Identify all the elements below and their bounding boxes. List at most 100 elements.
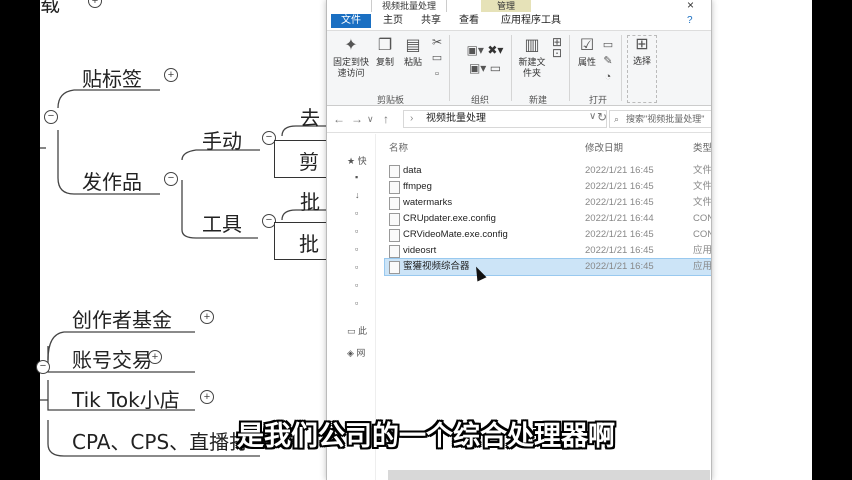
file-name: CRUpdater.exe.config <box>403 213 496 224</box>
open-icon: ▭ <box>602 39 614 51</box>
nav-item[interactable]: ↓ <box>355 190 360 200</box>
file-type: 应用 <box>693 245 712 256</box>
expand-icon[interactable]: + <box>148 350 162 364</box>
expand-icon[interactable]: + <box>164 68 178 82</box>
file-row[interactable]: watermarks 2022/1/21 16:45 文件 <box>385 195 711 211</box>
nav-network[interactable]: ◈ 网 <box>347 346 365 359</box>
file-row[interactable]: videosrt 2022/1/21 16:45 应用 <box>385 243 712 259</box>
rename-icon: ▭ <box>489 61 502 75</box>
subtitle-caption: 是我们公司的一个综合处理器啊 <box>237 421 615 452</box>
recent-chevron-icon[interactable]: ∨ <box>367 114 374 125</box>
file-row[interactable]: ffmpeg 2022/1/21 16:45 文件 <box>385 179 712 195</box>
new-folder-button[interactable]: ▥ 新建文件夹 <box>517 37 547 79</box>
node-qu-cut[interactable]: 去 <box>300 102 320 131</box>
nav-quick-access[interactable]: ★ 快 <box>347 154 367 167</box>
col-type[interactable]: 类型 <box>693 140 711 154</box>
collapse-icon[interactable]: − <box>44 110 58 124</box>
forward-arrow-icon[interactable]: → <box>351 112 363 126</box>
expand-icon[interactable]: + <box>200 310 214 324</box>
node-cut-top: 载 <box>40 0 60 16</box>
copy-path-icon: ▭ <box>431 52 443 64</box>
nav-item[interactable]: ▫ <box>355 226 358 236</box>
pin-icon: ✦ <box>344 37 358 54</box>
properties-button[interactable]: ☑ 属性 <box>575 37 599 68</box>
path-field[interactable]: › 视频批量处理 <box>403 110 607 128</box>
col-name[interactable]: 名称 <box>389 140 408 154</box>
file-name: watermarks <box>403 197 453 208</box>
select-button[interactable]: ⊞ 选择 <box>627 35 657 103</box>
pin-button[interactable]: ✦ 固定到快速访问 <box>333 37 369 79</box>
refresh-icon[interactable]: ↻ <box>597 110 607 124</box>
ribbon: ✦ 固定到快速访问 ❐ 复制 ▤ 粘贴 ✂ ▭ ▫ ▣▾ ✖▾ ▣▾ ▭ ▥ 新… <box>327 31 711 106</box>
group-clipboard: 剪贴板 <box>377 95 405 105</box>
scissors-icon: ✂ <box>431 35 443 49</box>
node-jian-box[interactable]: 剪 <box>274 140 330 178</box>
easy-access-icon: ⊡ <box>551 46 563 60</box>
path-dropdown-icon[interactable]: ∨ <box>589 111 596 122</box>
collapse-icon[interactable]: − <box>164 172 178 186</box>
tab-home[interactable]: 主页 <box>383 14 403 28</box>
nav-this-pc[interactable]: ▭ 此 <box>347 324 367 337</box>
node-zhanghao[interactable]: 账号交易 <box>72 344 152 373</box>
file-type: 文件 <box>693 181 712 192</box>
node-gongju[interactable]: 工具 <box>202 208 242 237</box>
file-name: 蜜獾视频综合器 <box>403 261 470 272</box>
file-name: videosrt <box>403 245 437 256</box>
manage-tab[interactable]: 管理 <box>481 0 532 12</box>
ribbon-separator <box>511 35 512 101</box>
file-row[interactable]: 蜜獾视频综合器 2022/1/21 16:45 应用 <box>384 258 711 276</box>
file-icon <box>389 213 400 226</box>
node-tiktok[interactable]: Tik Tok小店 <box>72 384 180 413</box>
tab-view[interactable]: 查看 <box>459 14 479 28</box>
file-date: 2022/1/21 16:45 <box>585 245 654 256</box>
collapse-icon[interactable]: − <box>36 360 50 374</box>
node-shoudong[interactable]: 手动 <box>202 125 242 154</box>
expand-icon[interactable]: + <box>200 390 214 404</box>
pin-label: 固定到快速访问 <box>333 57 370 78</box>
organize-buttons[interactable]: ▣▾ ✖▾ ▣▾ ▭ <box>455 41 515 77</box>
back-arrow-icon[interactable]: ← <box>333 112 345 126</box>
node-fa-zuopin[interactable]: 发作品 <box>82 166 142 195</box>
node-tie-biaoqian[interactable]: 贴标签 <box>82 63 142 92</box>
tab-share[interactable]: 共享 <box>421 14 441 28</box>
ribbon-tabs: 文件 主页 共享 查看 应用程序工具 ? <box>327 12 711 31</box>
nav-pc-label: 此 <box>358 326 368 336</box>
nav-item[interactable]: ▫ <box>355 244 358 254</box>
paste-button[interactable]: ▤ 粘贴 <box>401 37 425 68</box>
cut-button[interactable]: ✂ ▭ ▫ <box>429 35 445 83</box>
properties-label: 属性 <box>577 57 596 67</box>
column-headers: 名称 修改日期 类型 <box>385 138 711 156</box>
new-folder-label: 新建文件夹 <box>518 57 546 78</box>
open-buttons[interactable]: ▭ ✎ ◔ <box>601 37 615 85</box>
file-row[interactable]: CRUpdater.exe.config 2022/1/21 16:44 CON <box>385 211 711 227</box>
node-pi-box[interactable]: 批 <box>274 222 330 260</box>
up-arrow-icon[interactable]: ↑ <box>383 112 389 126</box>
help-icon[interactable]: ? <box>687 14 693 28</box>
node-pi-cut-1[interactable]: 批 <box>300 186 320 215</box>
group-new: 新建 <box>529 95 548 105</box>
file-row[interactable]: data 2022/1/21 16:45 文件 <box>385 163 711 179</box>
file-name: ffmpeg <box>403 181 432 192</box>
nav-item[interactable]: ▪ <box>355 172 358 182</box>
file-icon <box>389 165 400 178</box>
file-row[interactable]: CRVideoMate.exe.config 2022/1/21 16:45 CON <box>385 227 711 243</box>
node-chuangzuozhe[interactable]: 创作者基金 <box>72 304 172 333</box>
title-bar: 视频批量处理 管理 × <box>327 0 711 13</box>
nav-item[interactable]: ▫ <box>355 298 358 308</box>
new-item-button[interactable]: ⊞ ⊡ <box>549 36 565 60</box>
tab-app-tools[interactable]: 应用程序工具 <box>501 14 561 28</box>
search-input[interactable]: ⌕ 搜索"视频批量处理" <box>609 110 711 128</box>
copy-button[interactable]: ❐ 复制 <box>373 37 397 68</box>
nav-item[interactable]: ▫ <box>355 262 358 272</box>
copy-label: 复制 <box>375 57 394 67</box>
horizontal-scrollbar[interactable] <box>388 470 710 480</box>
col-date[interactable]: 修改日期 <box>585 140 623 154</box>
nav-item[interactable]: ▫ <box>355 280 358 290</box>
search-placeholder: 搜索"视频批量处理" <box>626 114 705 124</box>
nav-item[interactable]: ▫ <box>355 208 358 218</box>
tab-file[interactable]: 文件 <box>331 14 371 28</box>
file-icon <box>389 197 400 210</box>
checkmark-icon: ☑ <box>579 37 595 54</box>
close-icon[interactable]: × <box>687 0 694 12</box>
file-icon <box>389 245 400 258</box>
